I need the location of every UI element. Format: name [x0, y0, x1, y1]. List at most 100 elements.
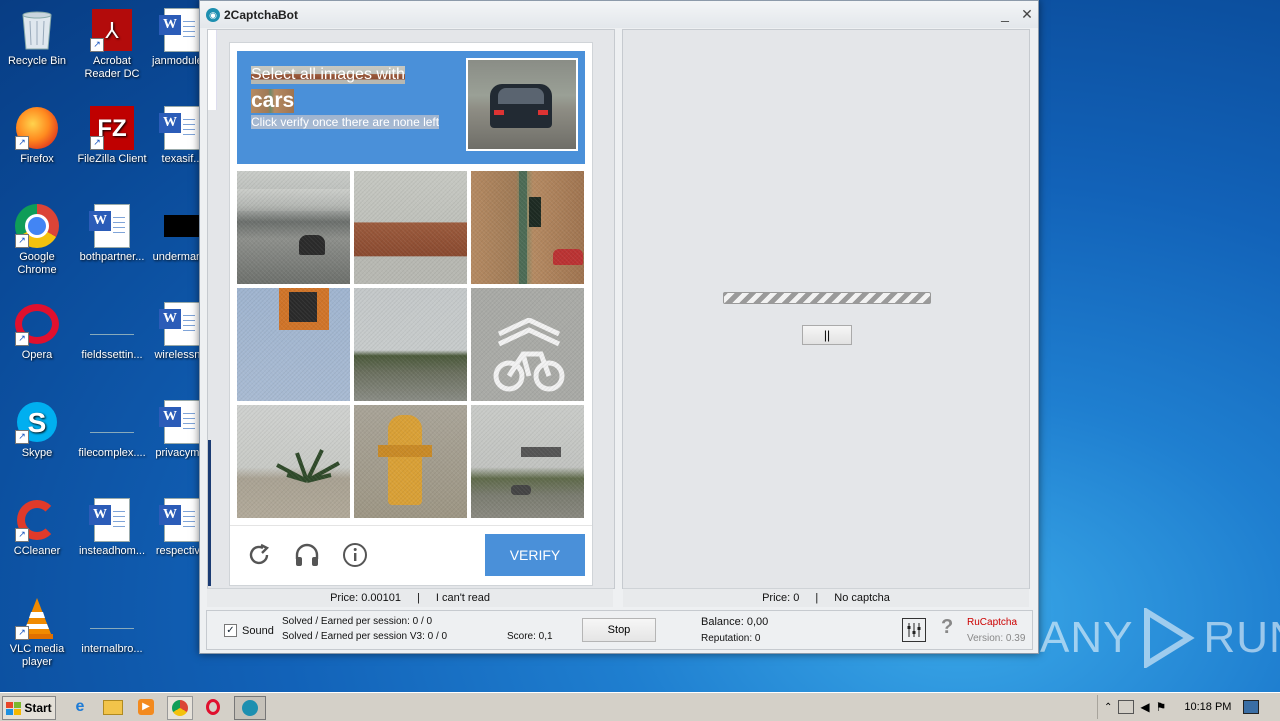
left-status-bar: Price: 0.00101 | I can't read: [207, 588, 613, 607]
word-document-icon: [159, 498, 204, 542]
scroll-area[interactable]: [208, 30, 217, 110]
stop-button[interactable]: Stop: [582, 618, 656, 642]
challenge-prompt: Select all images with: [251, 66, 405, 84]
windows-logo-icon: [6, 701, 22, 715]
verify-button[interactable]: VERIFY: [485, 534, 585, 576]
challenge-header: Select all images with cars Click verify…: [237, 51, 585, 164]
cant-read-link[interactable]: I can't read: [436, 592, 490, 604]
loading-progress-bar: [723, 292, 931, 304]
desktop-icon-recycle-bin[interactable]: Recycle Bin: [0, 8, 74, 68]
shortcut-arrow-icon: ↗: [15, 528, 29, 542]
start-button[interactable]: Start: [2, 696, 56, 720]
filezilla-icon: FZ ↗: [90, 106, 134, 150]
scrollbar[interactable]: [208, 440, 211, 586]
desktop-icon-opera[interactable]: ↗ Opera: [0, 302, 74, 362]
blank-file-icon: [90, 400, 134, 444]
sound-toggle[interactable]: ✓ Sound: [224, 624, 274, 637]
opera-taskbar-icon[interactable]: [201, 696, 225, 718]
chrome-taskbar-icon[interactable]: [167, 696, 193, 720]
opera-icon: ↗: [15, 302, 59, 346]
vlc-cone-icon: ↗: [15, 596, 59, 640]
title-bar[interactable]: ◉ 2CaptchaBot _ ✕: [200, 1, 1038, 28]
desktop-icon-firefox[interactable]: ↗ Firefox: [0, 106, 74, 166]
sound-checkbox[interactable]: ✓: [224, 624, 237, 637]
grid-tile-6[interactable]: [471, 288, 584, 401]
desktop-icon-insteadhom[interactable]: insteadhom...: [75, 498, 149, 558]
play-logo-icon: [1144, 608, 1196, 668]
flag-icon[interactable]: ⚑: [1156, 700, 1167, 714]
desktop-icon-ccleaner[interactable]: ↗ CCleaner: [0, 498, 74, 558]
grid-tile-3[interactable]: [471, 171, 584, 284]
shortcut-arrow-icon: ↗: [15, 234, 29, 248]
clock[interactable]: 10:18 PM: [1184, 701, 1231, 713]
grid-tile-9[interactable]: [471, 405, 584, 518]
recycle-bin-icon: [15, 8, 59, 52]
reputation-label: Reputation: 0: [701, 633, 761, 644]
skype-icon: S ↗: [15, 400, 59, 444]
desktop-icon-internalbro[interactable]: internalbro...: [75, 596, 149, 656]
solved-counter: Solved / Earned per session: 0 / 0: [282, 616, 433, 627]
grid-tile-7[interactable]: [237, 405, 350, 518]
desktop-icon-fieldssettin[interactable]: fieldssettin...: [75, 302, 149, 362]
desktop-icon-vlc[interactable]: ↗ VLC media player: [0, 596, 74, 669]
black-file-icon: [160, 204, 204, 248]
sample-image-car: [466, 58, 578, 151]
help-icon[interactable]: ?: [941, 616, 953, 639]
desktop-icon-filezilla[interactable]: FZ ↗ FileZilla Client: [75, 106, 149, 166]
status-separator: |: [815, 592, 819, 604]
word-document-icon: [89, 498, 134, 542]
refresh-icon[interactable]: [246, 542, 272, 568]
version-label: Version: 0.39: [967, 633, 1026, 644]
right-price-label: Price: 0: [762, 592, 800, 604]
word-document-icon: [159, 106, 204, 150]
word-document-icon: [89, 204, 134, 248]
watermark-run: RUN: [1203, 613, 1280, 662]
shortcut-arrow-icon: ↗: [15, 136, 29, 150]
media-player-icon[interactable]: ▶: [134, 696, 158, 718]
captcha-widget: Select all images with cars Click verify…: [229, 42, 593, 586]
grid-tile-1[interactable]: [237, 171, 350, 284]
taskbar: Start e ▶ ⌃ ◀ ⚑ 10:18 PM: [0, 692, 1280, 721]
headphones-icon[interactable]: [294, 542, 320, 568]
desktop-icon-bothpartner[interactable]: bothpartner...: [75, 204, 149, 264]
captcha-pane: Select all images with cars Click verify…: [207, 29, 615, 589]
preview-pane: ||: [622, 29, 1030, 589]
app-logo-icon: ◉: [206, 7, 220, 22]
pause-button[interactable]: ||: [802, 325, 852, 345]
ccleaner-icon: ↗: [15, 498, 59, 542]
grid-tile-4[interactable]: [237, 288, 350, 401]
grid-tile-5[interactable]: [354, 288, 467, 401]
price-label: Price: 0.00101: [330, 592, 401, 604]
ie-icon[interactable]: e: [68, 696, 92, 718]
solved-v3-counter: Solved / Earned per session V3: 0 / 0: [282, 631, 448, 642]
service-link[interactable]: RuCaptcha: [967, 617, 1017, 628]
right-status-bar: Price: 0 | No captcha: [623, 588, 1029, 607]
close-button[interactable]: ✕: [1016, 6, 1038, 23]
settings-sliders-icon[interactable]: [902, 618, 926, 642]
volume-icon[interactable]: ◀: [1140, 700, 1149, 714]
shortcut-arrow-icon: ↗: [15, 332, 29, 346]
desktop-icon-skype[interactable]: S ↗ Skype: [0, 400, 74, 460]
network-icon[interactable]: [1118, 700, 1135, 714]
grid-tile-8[interactable]: [354, 405, 467, 518]
show-desktop-button[interactable]: [1243, 700, 1260, 714]
captcha-footer: VERIFY: [230, 525, 592, 584]
tray-expand-icon[interactable]: ⌃: [1104, 702, 1112, 713]
desktop-icon-acrobat[interactable]: ⅄ ↗ Acrobat Reader DC: [75, 8, 149, 81]
captchabot-taskbar-button[interactable]: [234, 696, 266, 720]
desktop-icon-filecomplex[interactable]: filecomplex....: [75, 400, 149, 460]
shortcut-arrow-icon: ↗: [90, 38, 104, 52]
anyrun-watermark: ANY RUN: [1040, 608, 1280, 668]
acrobat-icon: ⅄ ↗: [90, 8, 134, 52]
status-separator: |: [417, 592, 420, 604]
word-document-icon: [159, 400, 204, 444]
blank-file-icon: [90, 302, 134, 346]
desktop-icon-chrome[interactable]: ↗ Google Chrome: [0, 204, 74, 277]
grid-tile-2[interactable]: [354, 171, 467, 284]
explorer-folder-icon[interactable]: [101, 696, 125, 718]
window-title: 2CaptchaBot: [224, 7, 299, 22]
watermark-any: ANY: [1040, 613, 1134, 662]
minimize-button[interactable]: _: [994, 6, 1016, 23]
chrome-icon: ↗: [15, 204, 59, 248]
info-icon[interactable]: [342, 542, 368, 568]
